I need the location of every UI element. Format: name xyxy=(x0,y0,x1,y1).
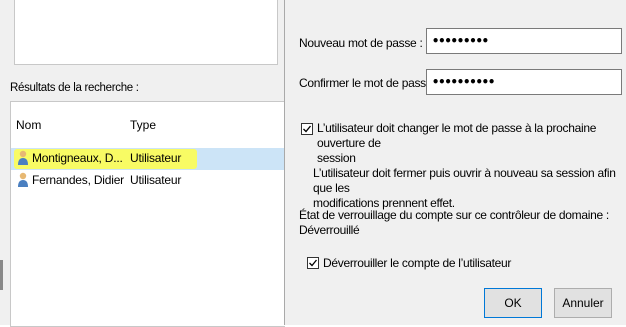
logoff-note: L’utilisateur doit fermer puis ouvrir à … xyxy=(313,166,626,211)
reset-password-dialog: Nouveau mot de passe : ••••••••• Confirm… xyxy=(285,0,626,325)
result-row-fernandes[interactable]: Fernandes, Didier Utilisateur xyxy=(11,170,285,192)
must-change-checkbox[interactable] xyxy=(301,123,313,135)
search-query-box[interactable] xyxy=(14,0,278,65)
new-password-field[interactable]: ••••••••• xyxy=(426,28,622,54)
column-header-name[interactable]: Nom xyxy=(16,118,41,132)
checkmark-icon xyxy=(303,125,311,133)
column-header-type[interactable]: Type xyxy=(130,118,156,132)
checkmark-icon xyxy=(309,259,317,267)
result-type: Utilisateur xyxy=(130,173,182,187)
must-change-label[interactable]: L’utilisateur doit changer le mot de pas… xyxy=(317,121,626,166)
unlock-account-checkbox[interactable] xyxy=(307,257,319,269)
result-type: Utilisateur xyxy=(130,151,182,165)
results-list[interactable]: Nom Type Montigneaux, D... Utilisateur F… xyxy=(10,101,285,327)
confirm-password-label: Confirmer le mot de passe : xyxy=(299,76,439,90)
ok-button[interactable]: OK xyxy=(484,288,542,318)
user-icon xyxy=(18,172,28,187)
scrollbar-edge[interactable] xyxy=(0,260,3,290)
result-row-montigneaux[interactable]: Montigneaux, D... Utilisateur xyxy=(11,148,285,170)
result-name: Montigneaux, D... xyxy=(32,151,123,165)
must-change-line-1: L’utilisateur doit changer le mot de pas… xyxy=(317,121,597,150)
result-name: Fernandes, Didier xyxy=(32,173,124,187)
new-password-label: Nouveau mot de passe : xyxy=(299,36,423,50)
logoff-note-line-1: L’utilisateur doit fermer puis ouvrir à … xyxy=(313,166,616,195)
unlock-account-label[interactable]: Déverrouiller le compte de l’utilisateur xyxy=(323,256,511,271)
must-change-line-2: session xyxy=(317,151,356,165)
user-icon xyxy=(18,150,28,165)
results-label: Résultats de la recherche : xyxy=(10,82,139,94)
search-panel: Résultats de la recherche : Nom Type Mon… xyxy=(0,0,285,327)
confirm-password-field[interactable]: •••••••••• xyxy=(426,69,622,95)
cancel-button[interactable]: Annuler xyxy=(554,288,612,318)
lock-status-text: État de verrouillage du compte sur ce co… xyxy=(299,208,609,237)
